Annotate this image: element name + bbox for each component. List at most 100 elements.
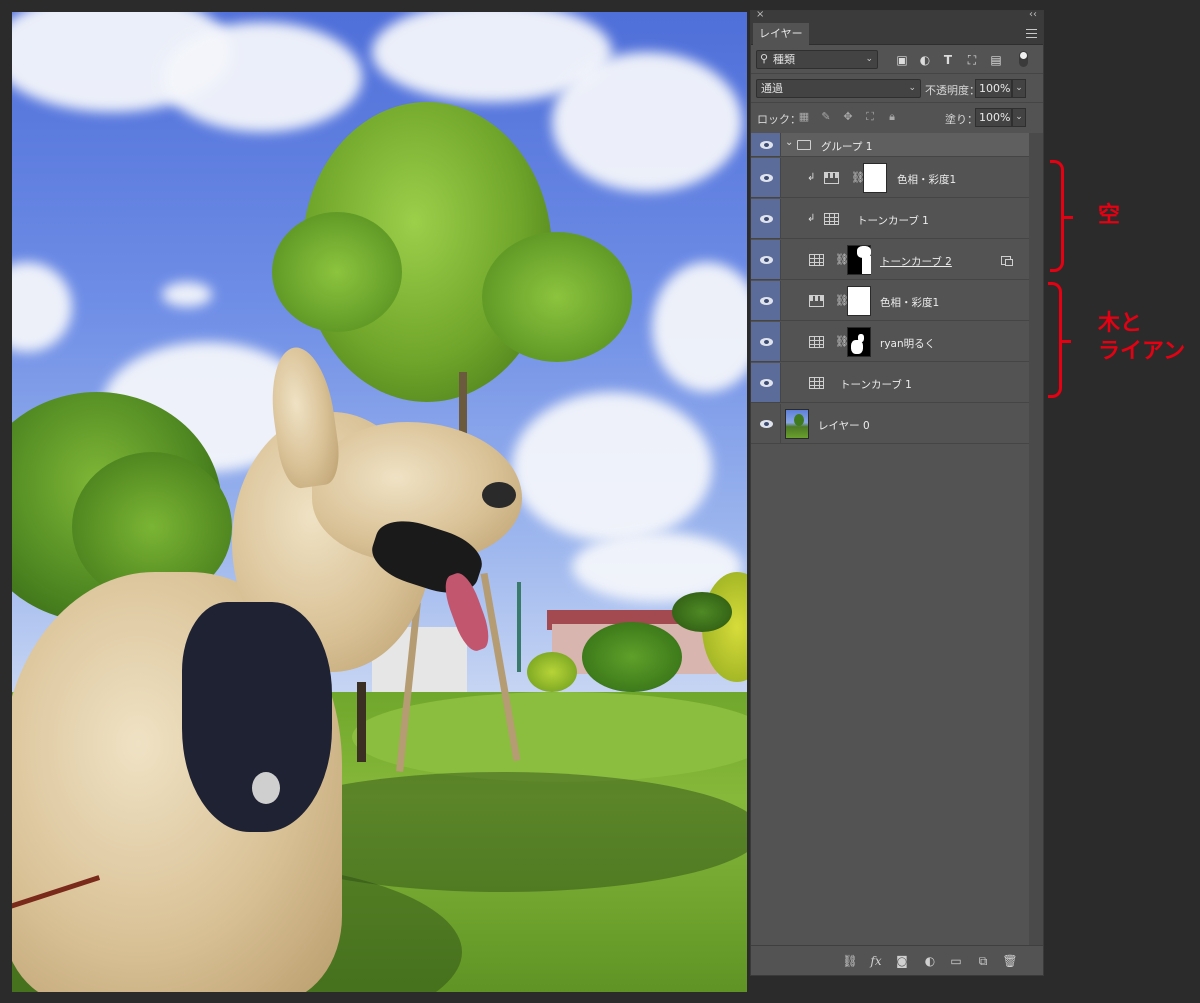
shape-filter-icon[interactable]: ⛶ xyxy=(965,53,979,67)
lock-label: ロック： xyxy=(757,113,801,126)
layer-name: グループ 1 xyxy=(821,141,873,153)
visibility-toggle[interactable] xyxy=(751,363,781,402)
scrollbar[interactable] xyxy=(1029,133,1043,945)
trash-icon[interactable]: 🗑︎ xyxy=(1002,954,1018,968)
type-filter-icon[interactable]: T xyxy=(941,53,955,67)
eye-icon xyxy=(760,141,773,149)
layer-thumbnail[interactable] xyxy=(785,409,809,439)
layer-mask-thumbnail[interactable] xyxy=(847,286,871,316)
blend-mode-dropdown[interactable]: 通過 ⌄ xyxy=(756,79,921,98)
new-adjustment-icon[interactable]: ◐ xyxy=(922,954,938,968)
layer-mask-thumbnail[interactable] xyxy=(847,245,871,275)
visibility-toggle[interactable] xyxy=(751,404,781,443)
post xyxy=(357,682,366,762)
adjustment-filter-icon[interactable]: ◐ xyxy=(918,53,932,67)
collapse-icon[interactable]: ‹‹ xyxy=(1029,9,1037,20)
dog-nose xyxy=(482,482,516,508)
layer-mask-thumbnail[interactable] xyxy=(847,327,871,357)
fill-chevron-icon[interactable]: ⌄ xyxy=(1012,108,1026,127)
panel-menu-icon[interactable] xyxy=(1026,29,1037,38)
lock-position-icon[interactable]: ✥ xyxy=(841,110,855,123)
search-icon: ⚲ xyxy=(760,52,769,65)
document-canvas[interactable] xyxy=(12,12,747,992)
bush xyxy=(582,622,682,692)
new-layer-icon[interactable]: ⧉ xyxy=(975,954,991,969)
lock-artboard-icon[interactable]: ⛶ xyxy=(863,110,877,124)
curves-icon xyxy=(809,254,824,266)
layers-panel: × ‹‹ レイヤー ⚲ 種類 ⌄ ▣ ◐ T ⛶ ▤ 通過 ⌄ 不透明度： 10… xyxy=(750,9,1044,976)
grass-hill xyxy=(352,692,747,782)
layer-name: ryan明るく xyxy=(880,338,936,350)
layer-name: トーンカーブ 1 xyxy=(857,215,929,227)
opacity-input[interactable]: 100% xyxy=(975,79,1012,98)
bush xyxy=(672,592,732,632)
layer-row[interactable]: レイヤー 0 xyxy=(751,404,1029,444)
eye-icon xyxy=(760,338,773,346)
panel-titlebar: × ‹‹ xyxy=(751,9,1043,23)
smart-object-filter-icon[interactable]: ▤ xyxy=(989,53,1003,67)
bush xyxy=(527,652,577,692)
visibility-toggle[interactable] xyxy=(751,133,781,156)
new-group-icon[interactable]: ▭ xyxy=(948,954,964,968)
image-filter-icon[interactable]: ▣ xyxy=(895,53,909,67)
layer-row[interactable]: ⛓ 色相・彩度1 xyxy=(751,281,1029,321)
chevron-down-icon: ⌄ xyxy=(908,83,916,93)
layer-name: 色相・彩度1 xyxy=(897,174,957,186)
filter-row: ⚲ 種類 ⌄ ▣ ◐ T ⛶ ▤ xyxy=(751,47,1043,73)
visibility-toggle[interactable] xyxy=(751,322,781,361)
layer-row[interactable]: ↲ トーンカーブ 1 xyxy=(751,199,1029,239)
layer-mask-thumbnail[interactable] xyxy=(863,163,887,193)
cloud xyxy=(652,262,747,392)
cloud xyxy=(12,262,72,352)
lock-pixels-icon[interactable]: ✎ xyxy=(819,110,833,123)
lock-all-icon[interactable]: 🔒︎ xyxy=(885,110,899,124)
layer-name: レイヤー 0 xyxy=(818,420,870,432)
fill-input[interactable]: 100% xyxy=(975,108,1012,127)
sky-bracket xyxy=(1050,160,1073,272)
chevron-down-icon[interactable]: ⌄ xyxy=(785,137,793,148)
visibility-toggle[interactable] xyxy=(751,199,781,238)
filter-kind-dropdown[interactable]: ⚲ 種類 ⌄ xyxy=(756,50,878,69)
curves-icon xyxy=(809,377,824,389)
visibility-toggle[interactable] xyxy=(751,240,781,279)
eye-icon xyxy=(760,379,773,387)
eye-icon xyxy=(760,215,773,223)
tree-canopy xyxy=(272,212,402,332)
close-icon[interactable]: × xyxy=(756,9,764,20)
layer-row[interactable]: ⛓ ryan明るく xyxy=(751,322,1029,362)
eye-icon xyxy=(760,420,773,428)
link-layers-icon[interactable]: ⛓ xyxy=(842,954,858,968)
tree-dog-annotation-line2: ライアン xyxy=(1098,339,1186,364)
eye-icon xyxy=(760,297,773,305)
lock-transparent-icon[interactable]: ▦ xyxy=(797,110,811,123)
cloud xyxy=(512,392,712,542)
curves-icon xyxy=(824,213,839,225)
layer-name: トーンカーブ 2 xyxy=(880,256,952,268)
fx-icon[interactable]: fx xyxy=(868,954,884,968)
cloud xyxy=(162,282,212,307)
tree-canopy xyxy=(482,232,632,362)
visibility-toggle[interactable] xyxy=(751,158,781,197)
visibility-toggle[interactable] xyxy=(751,281,781,320)
tree-dog-bracket xyxy=(1048,282,1071,398)
panel-tabbar: レイヤー xyxy=(751,23,1043,45)
layer-name: トーンカーブ 1 xyxy=(840,379,912,391)
layer-row-group[interactable]: ⌄ グループ 1 xyxy=(751,133,1029,157)
sky-annotation: 空 xyxy=(1098,203,1121,228)
clipping-arrow-icon: ↲ xyxy=(807,172,816,183)
dog-tag xyxy=(252,772,280,804)
fill-label: 塗り： xyxy=(945,113,978,126)
layer-row[interactable]: トーンカーブ 1 xyxy=(751,363,1029,403)
layer-row[interactable]: ↲ ⛓ 色相・彩度1 xyxy=(751,158,1029,198)
light-pole xyxy=(517,582,521,672)
opacity-chevron-icon[interactable]: ⌄ xyxy=(1012,79,1026,98)
tab-layers[interactable]: レイヤー xyxy=(753,23,809,45)
curves-icon xyxy=(809,336,824,348)
add-mask-icon[interactable]: ◙ xyxy=(894,954,910,968)
eye-icon xyxy=(760,256,773,264)
eye-icon xyxy=(760,174,773,182)
chevron-down-icon: ⌄ xyxy=(865,54,873,64)
layer-row[interactable]: ⛓ トーンカーブ 2 xyxy=(751,240,1029,280)
blend-mode-value: 通過 xyxy=(761,82,783,95)
filter-toggle-icon[interactable] xyxy=(1019,51,1028,67)
